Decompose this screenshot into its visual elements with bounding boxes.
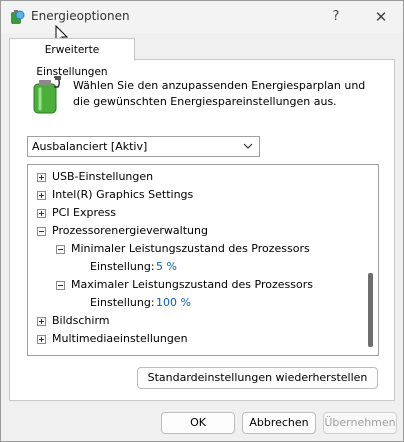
power-plan-value: Ausbalanciert [Aktiv] (32, 140, 148, 153)
setting-value-link[interactable]: 100 % (156, 294, 191, 312)
help-button[interactable]: ? (323, 7, 349, 27)
tree-scrollbar[interactable] (368, 273, 373, 347)
settings-panel: Wählen Sie den anzupassenden Energiespar… (9, 59, 395, 401)
tree-item-label: Prozessorenergieverwaltung (52, 224, 208, 237)
tree-item-label: Minimaler Leistungszustand des Prozessor… (71, 242, 310, 255)
power-options-dialog: Energieoptionen ? ✕ Erweiterte Einstellu… (0, 0, 404, 442)
restore-defaults-button[interactable]: Standardeinstellungen wiederherstellen (137, 367, 378, 389)
collapse-minus-icon[interactable] (37, 227, 46, 236)
tree-item-label: USB-Einstellungen (52, 170, 154, 183)
close-button[interactable]: ✕ (368, 7, 394, 27)
window-title: Energieoptionen (31, 9, 130, 23)
settings-tree[interactable]: USB-Einstellungen Intel(R) Graphics Sett… (27, 164, 379, 356)
expand-plus-icon[interactable] (37, 191, 46, 200)
tree-item-label: PCI Express (52, 206, 117, 219)
apply-button[interactable]: Übernehmen (323, 412, 397, 434)
expand-plus-icon[interactable] (37, 173, 46, 182)
expand-plus-icon[interactable] (37, 209, 46, 218)
expand-plus-icon[interactable] (37, 317, 46, 326)
power-plan-select[interactable]: Ausbalanciert [Aktiv] (27, 136, 260, 157)
setting-label: Einstellung: (90, 260, 155, 273)
tab-advanced-settings[interactable]: Erweiterte Einstellungen (9, 38, 135, 78)
setting-value-link[interactable]: 5 % (156, 258, 177, 276)
setting-label: Einstellung: (90, 296, 155, 309)
tree-item-label: Intel(R) Graphics Settings (52, 188, 194, 201)
power-options-icon (11, 10, 25, 24)
cancel-button[interactable]: Abbrechen (242, 412, 316, 434)
description-text: Wählen Sie den anzupassenden Energiespar… (73, 79, 366, 108)
chevron-down-icon (243, 143, 253, 149)
tree-item-label: Multimediaeinstellungen (52, 332, 188, 345)
tree-item-label: Maximaler Leistungszustand des Prozessor… (71, 278, 313, 291)
collapse-minus-icon[interactable] (56, 245, 65, 254)
expand-plus-icon[interactable] (37, 335, 46, 344)
collapse-minus-icon[interactable] (56, 281, 65, 290)
ok-button[interactable]: OK (161, 412, 235, 434)
tree-item-label: Bildschirm (52, 314, 110, 327)
